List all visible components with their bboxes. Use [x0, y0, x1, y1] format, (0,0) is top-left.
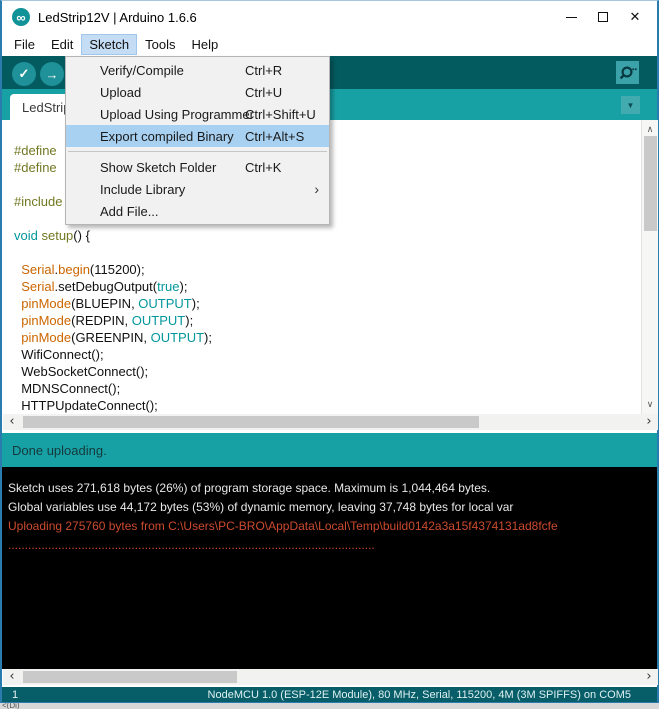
menu-item-label: Upload [100, 84, 142, 100]
check-icon: ✓ [18, 66, 30, 81]
menu-item-include-library[interactable]: Include Library › [66, 178, 329, 200]
upload-button[interactable]: → [40, 62, 64, 86]
code-line: MDNSConnect(); [14, 381, 121, 396]
console-line: Uploading 275760 bytes from C:\Users\PC-… [8, 519, 558, 533]
code-line: HTTPUpdateConnect(); [14, 398, 158, 413]
console-hscrollbar[interactable]: ‹ › [3, 669, 658, 685]
console-line: Sketch uses 271,618 bytes (26%) of progr… [8, 481, 491, 495]
chevron-down-icon: ▼ [626, 100, 635, 110]
menu-item-shortcut: Ctrl+U [245, 84, 283, 100]
menu-item-label: Upload Using Programmer [100, 106, 254, 122]
minimize-icon [565, 16, 577, 18]
menu-item-verify-compile[interactable]: Verify/Compile Ctrl+R [66, 59, 329, 81]
code-line: void setup() { [14, 228, 90, 243]
scroll-down-icon[interactable]: ∨ [642, 399, 658, 410]
code-line: Serial.begin(115200); [21, 262, 145, 277]
code-line: WifiConnect(); [14, 347, 104, 362]
menu-item-label: Add File... [100, 203, 159, 219]
console-line: Global variables use 44,172 bytes (53%) … [8, 500, 514, 514]
menu-item-upload-using-programmer[interactable]: Upload Using Programmer Ctrl+Shift+U [66, 103, 329, 125]
arduino-logo-icon: ∞ [12, 8, 30, 26]
menubar-item-sketch[interactable]: Sketch [81, 34, 138, 55]
menu-item-shortcut: Ctrl+Alt+S [245, 128, 305, 144]
tab-menu-button[interactable]: ▼ [621, 96, 640, 114]
verify-button[interactable]: ✓ [12, 62, 36, 86]
menu-item-shortcut: Ctrl+Shift+U [245, 106, 316, 122]
menu-bar: File Edit Sketch Tools Help [2, 33, 657, 56]
menu-item-label: Verify/Compile [100, 62, 184, 78]
menu-item-shortcut: Ctrl+K [245, 159, 282, 175]
code-line: pinMode(REDPIN, OUTPUT); [21, 313, 194, 328]
menu-item-export-compiled-binary[interactable]: Export compiled Binary Ctrl+Alt+S [66, 125, 329, 147]
menu-separator [68, 151, 327, 152]
title-bar: ∞ LedStrip12V | Arduino 1.6.6 ✕ [2, 1, 657, 33]
background-window-sliver: <(Di) [0, 703, 659, 709]
editor-hscrollbar[interactable]: ‹ › [3, 414, 658, 430]
arduino-window: ∞ LedStrip12V | Arduino 1.6.6 ✕ File Edit… [0, 0, 659, 703]
menu-item-label: Include Library [100, 181, 186, 197]
scroll-left-icon[interactable]: ‹ [5, 414, 19, 430]
window-title: LedStrip12V | Arduino 1.6.6 [38, 9, 197, 25]
console-scroll-right-icon[interactable]: › [642, 669, 656, 685]
code-line: pinMode(BLUEPIN, OUTPUT); [21, 296, 200, 311]
menu-item-label: Export compiled Binary [100, 128, 234, 144]
menubar-item-file[interactable]: File [6, 34, 43, 55]
console-hscrollbar-thumb[interactable] [23, 671, 237, 683]
code-line: pinMode(GREENPIN, OUTPUT); [21, 330, 212, 345]
arrow-right-icon: → [45, 66, 59, 82]
console-scroll-left-icon[interactable]: ‹ [5, 669, 19, 685]
submenu-arrow-icon: › [314, 181, 319, 197]
console[interactable]: Sketch uses 271,618 bytes (26%) of progr… [2, 467, 657, 669]
status-bar: Done uploading. [2, 433, 657, 467]
editor-hscrollbar-thumb[interactable] [23, 416, 479, 428]
console-line: ........................................… [8, 538, 375, 552]
footer-status-bar: 1 NodeMCU 1.0 (ESP-12E Module), 80 MHz, … [2, 687, 657, 702]
window-controls: ✕ [555, 3, 657, 31]
magnifier-icon [619, 66, 637, 80]
menubar-item-help[interactable]: Help [183, 34, 226, 55]
status-message: Done uploading. [12, 442, 107, 458]
line-number: 1 [12, 688, 19, 701]
scroll-up-icon[interactable]: ∧ [642, 124, 658, 135]
menu-item-upload[interactable]: Upload Ctrl+U [66, 81, 329, 103]
menu-item-show-sketch-folder[interactable]: Show Sketch Folder Ctrl+K [66, 156, 329, 178]
board-info: NodeMCU 1.0 (ESP-12E Module), 80 MHz, Se… [207, 688, 631, 701]
menu-item-shortcut: Ctrl+R [245, 62, 283, 78]
editor-vscrollbar-thumb[interactable] [644, 136, 657, 231]
code-line: Serial.setDebugOutput(true); [21, 279, 188, 294]
scroll-right-icon[interactable]: › [642, 414, 656, 430]
menubar-item-edit[interactable]: Edit [43, 34, 81, 55]
minimize-button[interactable] [555, 3, 587, 31]
close-icon: ✕ [629, 9, 641, 24]
serial-monitor-button[interactable] [616, 61, 639, 84]
menu-item-add-file[interactable]: Add File... [66, 200, 329, 222]
close-button[interactable]: ✕ [619, 3, 651, 31]
maximize-button[interactable] [587, 3, 619, 31]
code-line: WebSocketConnect(); [14, 364, 149, 379]
sketch-menu: Verify/Compile Ctrl+R Upload Ctrl+U Upload U… [65, 56, 330, 225]
menu-item-label: Show Sketch Folder [100, 159, 217, 175]
screen: ∞ LedStrip12V | Arduino 1.6.6 ✕ File Edit… [0, 0, 659, 709]
menubar-item-tools[interactable]: Tools [137, 34, 183, 55]
editor-vscrollbar[interactable]: ∧ ∨ [641, 120, 658, 414]
maximize-icon [598, 12, 608, 22]
